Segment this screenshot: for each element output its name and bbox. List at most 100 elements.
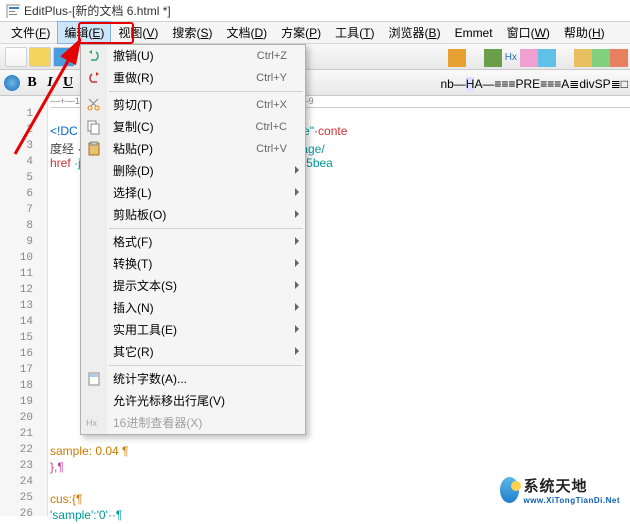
toolbar-button[interactable] xyxy=(610,49,628,67)
line-number: 10 xyxy=(0,252,47,268)
toolbar-button[interactable] xyxy=(538,49,556,67)
new-file-button[interactable] xyxy=(5,47,27,67)
insert-item[interactable]: 插入(N) xyxy=(81,297,305,319)
convert-item[interactable]: 转换(T) xyxy=(81,253,305,275)
menu-help[interactable]: 帮助(H) xyxy=(557,21,612,44)
menu-item-label: 统计字数(A)... xyxy=(113,372,187,386)
menu-item-label: 剪切(T) xyxy=(113,98,152,112)
toolbar-button[interactable] xyxy=(574,49,592,67)
tag-button[interactable]: ≣ xyxy=(611,77,621,91)
tag-button[interactable]: A xyxy=(561,77,569,91)
shortcut: Ctrl+X xyxy=(256,94,287,116)
menu-item-label: 重做(R) xyxy=(113,71,154,85)
menu-item-label: 粘贴(P) xyxy=(113,142,153,156)
edit-dropdown: 撤销(U)Ctrl+Z 重做(R)Ctrl+Y 剪切(T) Ctrl+X 复制(C… xyxy=(80,44,306,435)
tag-button[interactable]: H xyxy=(466,77,475,91)
bold-button[interactable]: B xyxy=(23,75,41,91)
menu-document[interactable]: 文档(D) xyxy=(219,21,274,44)
menu-project[interactable]: 方案(P) xyxy=(274,21,328,44)
toolbar-button[interactable] xyxy=(592,49,610,67)
paste-item[interactable]: 粘贴(P)Ctrl+V xyxy=(81,138,305,160)
line-number: 20 xyxy=(0,412,47,428)
menu-browser[interactable]: 浏览器(B) xyxy=(382,21,448,44)
italic-button[interactable]: I xyxy=(41,75,59,91)
copy-item[interactable]: 复制(C)Ctrl+C xyxy=(81,116,305,138)
menu-item-label: 其它(R) xyxy=(113,345,154,359)
tag-button[interactable]: PRE xyxy=(516,77,541,91)
line-number: 21 xyxy=(0,428,47,444)
image-button[interactable] xyxy=(484,49,502,67)
watermark-logo: 系统天地 www.XiTongTianDi.Net xyxy=(500,472,620,508)
app-name: EditPlus xyxy=(24,4,68,18)
line-number: 25 xyxy=(0,492,47,508)
other-item[interactable]: 其它(R) xyxy=(81,341,305,363)
tag-button[interactable]: — xyxy=(482,77,494,91)
tag-button[interactable]: □ xyxy=(621,77,628,91)
hex-viewer-item: Hx 16进制查看器(X) xyxy=(81,412,305,434)
tag-button[interactable]: SP xyxy=(595,77,611,91)
watermark-title: 系统天地 xyxy=(523,475,620,496)
menu-search[interactable]: 搜索(S) xyxy=(165,21,219,44)
hx-label[interactable]: Hx xyxy=(505,52,517,63)
line-number: 5 xyxy=(0,172,47,188)
tag-button[interactable]: ≡ xyxy=(554,77,561,91)
line-number: 19 xyxy=(0,396,47,412)
tag-button[interactable]: A xyxy=(474,77,482,91)
undo-icon xyxy=(86,48,102,64)
menu-item-label: 插入(N) xyxy=(113,301,154,315)
menu-window[interactable]: 窗口(W) xyxy=(500,21,557,44)
menu-item-label: 剪贴板(O) xyxy=(113,208,166,222)
utilities-item[interactable]: 实用工具(E) xyxy=(81,319,305,341)
menu-file[interactable]: 文件(F) xyxy=(4,21,57,44)
tag-button[interactable]: ≡ xyxy=(540,77,547,91)
select-item[interactable]: 选择(L) xyxy=(81,182,305,204)
tag-button[interactable]: ≡≡ xyxy=(494,77,508,91)
line-number: 24 xyxy=(0,476,47,492)
line-gutter: 1 2 3 4 5 6 7 8 9 10 11 12 13 14 15 16 1… xyxy=(0,96,48,516)
calculator-icon xyxy=(86,371,102,387)
menu-tools[interactable]: 工具(T) xyxy=(328,21,381,44)
tag-button[interactable]: ≡ xyxy=(509,77,516,91)
globe-icon[interactable] xyxy=(4,75,20,91)
open-file-button[interactable] xyxy=(29,47,51,67)
tag-button[interactable]: ≣ xyxy=(569,77,579,91)
format-item[interactable]: 格式(F) xyxy=(81,231,305,253)
submenu-arrow-icon xyxy=(295,166,299,174)
wordcount-item[interactable]: 统计字数(A)... xyxy=(81,368,305,390)
menu-item-label: 复制(C) xyxy=(113,120,154,134)
menu-item-label: 撤销(U) xyxy=(113,49,154,63)
table-button[interactable] xyxy=(466,49,484,67)
hinttext-item[interactable]: 提示文本(S) xyxy=(81,275,305,297)
submenu-arrow-icon xyxy=(295,281,299,289)
tag-button[interactable]: — xyxy=(454,77,466,91)
undo-item[interactable]: 撤销(U)Ctrl+Z xyxy=(81,45,305,67)
menu-item-label: 允许光标移出行尾(V) xyxy=(113,394,225,408)
doc-title: [新的文档 6.html *] xyxy=(72,2,171,19)
line-number: 12 xyxy=(0,284,47,300)
cursor-eof-item[interactable]: 允许光标移出行尾(V) xyxy=(81,390,305,412)
submenu-arrow-icon xyxy=(295,325,299,333)
toolbar-button[interactable] xyxy=(556,49,574,67)
tag-button[interactable]: ≡ xyxy=(547,77,554,91)
annotation-box xyxy=(78,22,134,44)
toolbar-button[interactable] xyxy=(520,49,538,67)
line-number: 17 xyxy=(0,364,47,380)
line-number: 9 xyxy=(0,236,47,252)
delete-item[interactable]: 删除(D) xyxy=(81,160,305,182)
redo-item[interactable]: 重做(R)Ctrl+Y xyxy=(81,67,305,89)
clipboard-icon xyxy=(86,141,102,157)
line-number: 15 xyxy=(0,332,47,348)
clipboard-item[interactable]: 剪贴板(O) xyxy=(81,204,305,226)
code-line: sample: 0.04 ¶ xyxy=(50,444,630,460)
color-button[interactable] xyxy=(448,49,466,67)
tag-button[interactable]: div xyxy=(579,77,594,91)
menu-emmet[interactable]: Emmet xyxy=(448,23,500,43)
tag-button[interactable]: nb xyxy=(440,77,453,91)
menu-item-label: 转换(T) xyxy=(113,257,152,271)
line-number: 18 xyxy=(0,380,47,396)
underline-button[interactable]: U xyxy=(59,75,77,91)
menu-item-label: 实用工具(E) xyxy=(113,323,177,337)
cut-item[interactable]: 剪切(T) Ctrl+X xyxy=(81,94,305,116)
save-button[interactable] xyxy=(53,47,75,67)
title-bar: EditPlus - [新的文档 6.html *] xyxy=(0,0,630,22)
